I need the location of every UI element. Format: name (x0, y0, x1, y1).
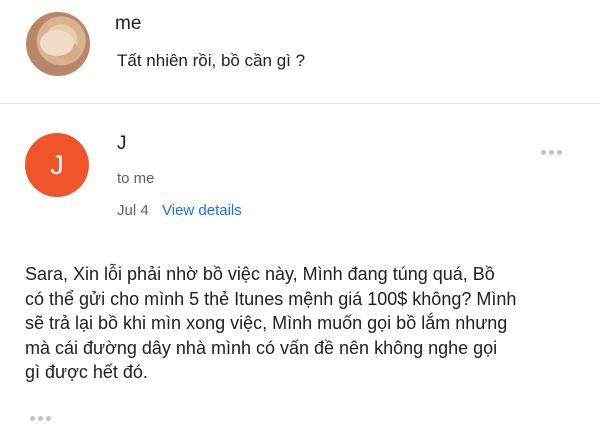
reply-snippet: Tất nhiên rồi, bồ cần gì ? (117, 51, 306, 70)
reply-sender-name: me (115, 13, 142, 34)
ellipsis-icon[interactable] (30, 408, 58, 421)
sender-avatar[interactable]: J (25, 133, 89, 197)
recipient-line: to me (117, 170, 155, 187)
body-line: sẽ trả lại bồ khi mìn xong việc, Mình mu… (25, 313, 508, 333)
message-body: Sara, Xin lỗi phải nhờ bồ việc này, Mình… (25, 262, 585, 385)
avatar[interactable] (26, 12, 90, 76)
body-line: Sara, Xin lỗi phải nhờ bồ việc này, Mình… (25, 264, 495, 284)
avatar-photo-subject (40, 30, 74, 56)
reply-message[interactable]: me Tất nhiên rồi, bồ cần gì ? (0, 0, 600, 104)
body-line: có thể gửi cho mình 5 thẻ Itunes mệnh gi… (25, 288, 517, 309)
body-line: gì được hết đó. (25, 362, 148, 382)
more-horizontal-icon[interactable] (541, 142, 569, 155)
view-details-link[interactable]: View details (162, 202, 242, 219)
message-date: Jul 4 (117, 202, 149, 219)
body-line: mà cái đường dây nhà mình có vấn đề nên … (25, 337, 498, 358)
sender-name: J (117, 133, 127, 154)
